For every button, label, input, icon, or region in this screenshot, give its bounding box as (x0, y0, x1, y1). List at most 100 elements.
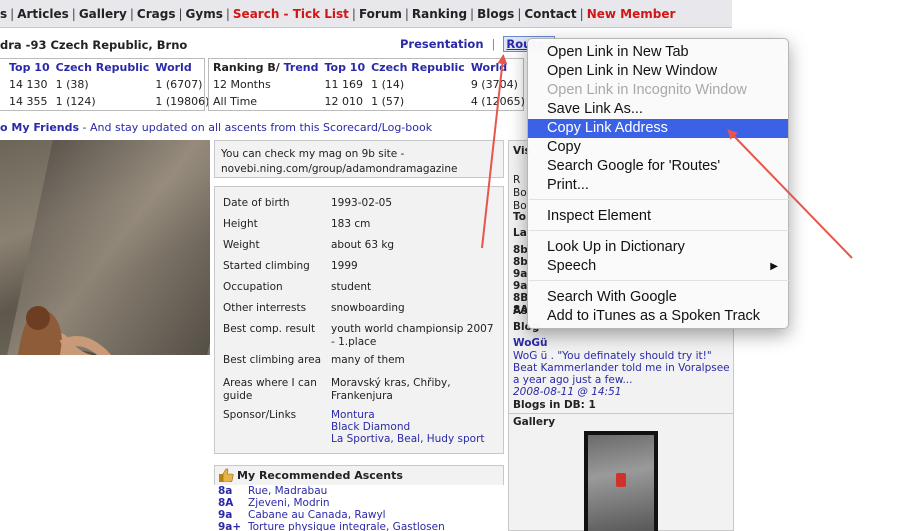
menu-item-label: Add to iTunes as a Spoken Track (547, 308, 761, 324)
list-item[interactable]: 8a Rue, Madrabau (218, 485, 445, 497)
list-item[interactable]: 9a Cabane au Canada, Rawyl (218, 509, 445, 521)
menu-item-speech[interactable]: Speech ▶ (528, 257, 788, 276)
ascents-label: As (513, 305, 528, 317)
column-header[interactable]: Czech Republic (368, 59, 468, 76)
top-navigation: s | Articles | Gallery | Crags | Gyms | Search - T… (0, 0, 732, 28)
climbing-photo (0, 140, 210, 355)
menu-item-label: Print... (547, 177, 589, 193)
nav-separator: | (517, 7, 522, 21)
table-cell: 1 (38) (55, 78, 89, 91)
header-separator: | (491, 37, 496, 51)
menu-item-inspect-element[interactable]: Inspect Element (528, 207, 788, 226)
nav-row: s | Articles | Gallery | Crags | Gyms | Search - T… (0, 7, 675, 21)
table-cell: 11 169 (324, 78, 363, 91)
menu-item-label: Search With Google (547, 289, 677, 305)
ascent-name: Zjeveni, Modrin (248, 497, 330, 509)
list-item[interactable]: 9a+ Torture physique integrale, Gastlosen (218, 521, 445, 531)
grade-item[interactable]: 9a (513, 280, 527, 292)
table-row: Ranking B/ Trend Top 10 Czech Republic W… (210, 59, 528, 76)
top-label: To (513, 211, 526, 223)
friends-line: o My Friends - And stay updated on all a… (0, 121, 432, 134)
list-item[interactable]: 8A Zjeveni, Modrin (218, 497, 445, 509)
table-cell: 14 355 (9, 95, 48, 108)
menu-separator (529, 280, 789, 281)
gallery-thumbnail[interactable] (584, 431, 658, 531)
menu-item-search-google-for-routes[interactable]: Search Google for 'Routes' (528, 157, 788, 176)
blogs-count: Blogs in DB: 1 (513, 399, 596, 411)
recommended-title: My Recommended Ascents (237, 469, 403, 482)
column-header[interactable]: Top 10 (321, 59, 368, 76)
nav-item-search-tick-list[interactable]: Search - Tick List (233, 7, 349, 21)
table-row: 12 Months 11 169 1 (14) 9 (3704) (210, 76, 528, 93)
column-header[interactable]: Top 10 (6, 59, 53, 76)
column-header[interactable]: Czech Republic (53, 59, 153, 76)
ranking-left-table: Top 10 Czech Republic World 14 130 1 (38… (6, 59, 212, 110)
profile-label: Best climbing area (223, 354, 322, 366)
nav-item-crags[interactable]: Crags (137, 7, 176, 21)
column-header[interactable]: World (152, 59, 212, 76)
nav-item-new-member[interactable]: New Member (587, 7, 676, 21)
menu-item-open-link-in-new-window[interactable]: Open Link in New Window (528, 62, 788, 81)
nav-item-gallery[interactable]: Gallery (79, 7, 127, 21)
gallery-label: Gallery (513, 416, 556, 428)
profile-label: Height (223, 218, 258, 230)
ranking-label: Ranking B/ (213, 61, 280, 74)
ascent-name: Cabane au Canada, Rawyl (248, 509, 386, 521)
submenu-arrow-icon: ▶ (770, 261, 778, 272)
nav-separator: | (579, 7, 584, 21)
profile-value: many of them (331, 354, 405, 366)
nav-item-blogs[interactable]: Blogs (477, 7, 514, 21)
grade-item[interactable]: 9a (513, 268, 527, 280)
menu-item-add-to-itunes-as-a-spoken-track[interactable]: Add to iTunes as a Spoken Track (528, 307, 788, 326)
menu-item-search-with-google[interactable]: Search With Google (528, 288, 788, 307)
divider (509, 413, 733, 414)
profile-value: Moravský kras, Chřiby, Frankenjura (331, 377, 451, 402)
menu-item-copy-link-address[interactable]: Copy Link Address (528, 119, 788, 138)
menu-item-label: Copy (547, 139, 581, 155)
column-header[interactable]: World (468, 59, 528, 76)
menu-item-look-up-in-dictionary[interactable]: Look Up in Dictionary (528, 238, 788, 257)
table-row: 14 355 1 (124) 1 (19806) (6, 93, 212, 110)
my-friends-link[interactable]: o My Friends (0, 121, 79, 134)
nav-item-contact[interactable]: Contact (524, 7, 576, 21)
recommended-header: My Recommended Ascents (214, 465, 504, 485)
sidebar-row: R (513, 174, 521, 186)
menu-item-label: Look Up in Dictionary (547, 239, 685, 255)
profile-info-panel: Date of birth 1993-02-05 Height 183 cm Weigh… (214, 186, 504, 454)
climber-thumbnail-figure (616, 473, 626, 487)
sidebar-row: Bo (513, 187, 527, 199)
nav-item-articles[interactable]: Articles (17, 7, 69, 21)
table-cell: All Time (213, 95, 258, 108)
profile-value[interactable]: Montura Black Diamond La Sportiva, Beal,… (331, 409, 497, 445)
menu-item-label: Open Link in New Window (547, 63, 718, 79)
context-menu: Open Link in New Tab Open Link in New Win… (527, 38, 789, 329)
profile-label: Date of birth (223, 197, 290, 209)
profile-value: snowboarding (331, 302, 405, 314)
ranking-right-table: Ranking B/ Trend Top 10 Czech Republic W… (210, 59, 528, 110)
profile-value: student (331, 281, 372, 293)
nav-separator: | (10, 7, 15, 21)
nav-item-gyms[interactable]: Gyms (186, 7, 223, 21)
nav-item-forum[interactable]: Forum (359, 7, 402, 21)
trend-link[interactable]: Trend (284, 61, 319, 74)
nav-item-ranking[interactable]: Ranking (412, 7, 467, 21)
blog-excerpt[interactable]: WoG ü . "You definately should try it!" … (513, 350, 733, 386)
menu-item-copy[interactable]: Copy (528, 138, 788, 157)
menu-item-print[interactable]: Print... (528, 176, 788, 195)
grade-item[interactable]: 8b (513, 256, 528, 268)
blog-title-link[interactable]: WoGü (513, 337, 548, 349)
menu-item-label: Open Link in New Tab (547, 44, 689, 60)
profile-value: 1999 (331, 260, 358, 272)
magazine-panel: You can check my mag on 9b site - novebi… (214, 140, 504, 178)
profile-value: 183 cm (331, 218, 371, 230)
presentation-link[interactable]: Presentation (400, 37, 484, 51)
grade-label: 9a (218, 509, 233, 521)
profile-label: Weight (223, 239, 260, 251)
magazine-text: You can check my mag on 9b site - novebi… (221, 148, 458, 175)
menu-item-open-link-in-new-tab[interactable]: Open Link in New Tab (528, 43, 788, 62)
table-cell: 1 (14) (371, 78, 405, 91)
ranking-header: Ranking B/ Trend (210, 59, 321, 76)
menu-item-label: Save Link As... (547, 101, 643, 117)
grade-item[interactable]: 8b (513, 244, 528, 256)
menu-item-save-link-as[interactable]: Save Link As... (528, 100, 788, 119)
